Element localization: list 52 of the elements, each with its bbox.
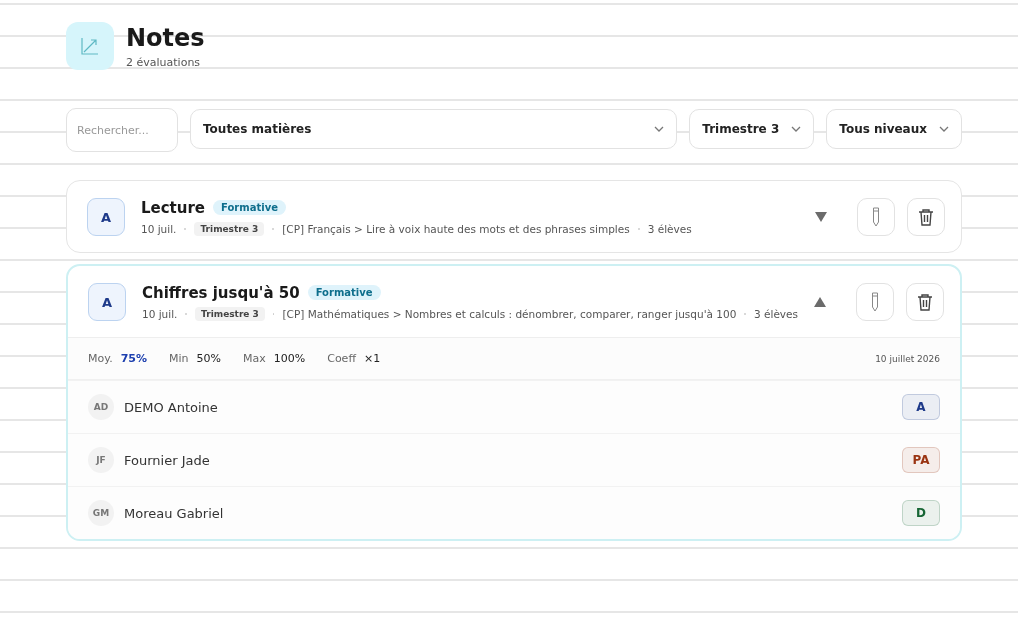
delete-button[interactable] <box>906 283 944 321</box>
grade-badge: D <box>902 500 940 526</box>
subject-path: [CP] Français > Lire à voix haute des mots et des phrases simples <box>282 222 630 235</box>
chevron-down-icon <box>939 126 949 132</box>
trash-icon <box>917 293 933 311</box>
grade-badge: A <box>88 283 126 321</box>
student-name: Moreau Gabriel <box>124 505 225 521</box>
stat-label: Moy. <box>88 352 113 365</box>
evaluation-date: 10 juil. <box>142 307 178 320</box>
type-tag: Formative <box>307 285 381 300</box>
filter-dropdown[interactable]: Tous niveaux <box>826 109 962 149</box>
stat-label: Coeff <box>327 352 356 365</box>
chevron-down-icon <box>791 126 802 132</box>
stat-label: Max <box>243 352 266 365</box>
evaluation-title: Chiffres jusqu'à 50 <box>142 283 300 302</box>
evaluation-date: 10 juil. <box>141 222 177 235</box>
chevron-down-icon <box>654 126 665 132</box>
triangle-up-icon <box>814 297 826 307</box>
delete-button[interactable] <box>907 198 945 236</box>
student-avatar: GM <box>88 500 114 526</box>
student-count: 3 élèves <box>647 222 692 235</box>
student-avatar: AD <box>88 394 114 420</box>
evaluation-full-date: 10 juillet 2026 <box>875 353 940 364</box>
stat-value: ×1 <box>363 352 381 365</box>
grade-badge: A <box>87 198 125 236</box>
grade-badge: A <box>902 394 940 420</box>
pencil-icon <box>871 207 881 227</box>
subject-path: [CP] Mathématiques > Nombres et calculs : dénombrer, comparer, ranger jusqu'à 100 <box>282 307 737 320</box>
trash-icon <box>918 208 934 226</box>
grade-badge: PA <box>902 447 940 473</box>
student-count: 3 élèves <box>754 307 798 320</box>
filter-dropdown[interactable]: Trimestre 3 <box>689 109 815 149</box>
student-name: Fournier Jade <box>124 452 211 468</box>
search-field[interactable]: Rechercher... <box>66 108 178 152</box>
period-tag: Trimestre 3 <box>194 221 265 236</box>
stat-value: 100% <box>273 352 306 365</box>
triangle-down-icon <box>815 212 827 222</box>
edit-button[interactable] <box>856 283 894 321</box>
stat-value: 75% <box>120 352 147 365</box>
trend-icon <box>79 35 101 57</box>
edit-button[interactable] <box>857 198 895 236</box>
stat-label: Min <box>169 352 189 365</box>
type-tag: Formative <box>213 200 286 215</box>
pencil-icon <box>870 292 880 312</box>
evaluation-title: Lecture <box>141 198 206 217</box>
evaluation-count: 2 évaluations <box>126 56 202 69</box>
student-avatar: JF <box>88 447 114 473</box>
filter-dropdown[interactable]: Toutes matières <box>190 109 678 149</box>
page-title: Notes <box>126 23 205 54</box>
student-name: DEMO Antoine <box>124 399 219 415</box>
stat-value: 50% <box>196 352 221 365</box>
period-tag: Trimestre 3 <box>195 306 265 321</box>
